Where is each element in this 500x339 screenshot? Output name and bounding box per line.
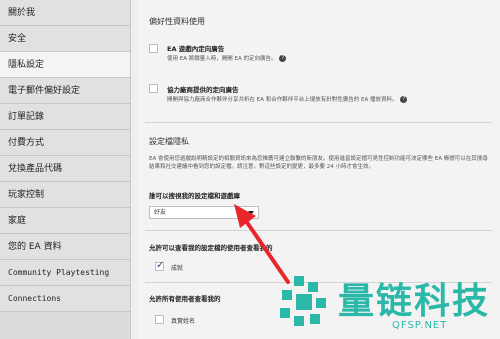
third-party-ads-desc: 開開與協力廠商合作夥伴分享共析在 EA 和合作夥伴平台上搜放有針對性廣告的 EA… (167, 95, 408, 103)
ea-ingame-ads-title: EA 遊戲內定向廣告 (167, 45, 225, 53)
section-divider (145, 122, 492, 123)
ea-ingame-ads-desc: 使用 EA 將鎖量入時，開開 EA 的定向廣告。? (167, 54, 287, 62)
sidebar-item-redeem-code[interactable]: 兌換產品代碼 (0, 156, 130, 182)
preferences-section-title: 偏好性資料使用 (149, 17, 205, 26)
help-icon[interactable]: ? (279, 55, 287, 62)
watermark-logo-icon (280, 276, 326, 326)
third-party-ads-title: 協力廠商提供的定向廣告 (167, 86, 239, 94)
sidebar-item-player-controls[interactable]: 玩家控制 (0, 182, 130, 208)
profile-visibility-value: 好友 (154, 209, 167, 216)
watermark-text: 量链科技 (338, 281, 491, 322)
watermark-subtext: QFSP.NET (392, 320, 448, 331)
achievements-checkbox[interactable] (155, 260, 164, 271)
sidebar-item-email-preferences[interactable]: 電子郵件偏好設定 (0, 78, 130, 104)
allow-all-users-label: 允許所有使用者查看我的 (149, 295, 221, 303)
ea-ingame-ads-desc-text: 使用 EA 將鎖量入時，開開 EA 的定向廣告。 (167, 56, 277, 62)
account-sidebar: 關於我 安全 隱私設定 電子郵件偏好設定 訂單記錄 付費方式 兌換產品代碼 玩家… (0, 0, 131, 339)
sidebar-item-your-ea-data[interactable]: 您的 EA 資料 (0, 234, 130, 260)
sidebar-item-family[interactable]: 家庭 (0, 208, 130, 234)
sidebar-item-payment-methods[interactable]: 付費方式 (0, 130, 130, 156)
section-divider (145, 230, 492, 231)
third-party-ads-desc-text: 開開與協力廠商合作夥伴分享共析在 EA 和合作夥伴平台上搜放有針對性廣告的 EA… (167, 97, 398, 103)
sidebar-item-community-playtesting[interactable]: Community Playtesting (0, 260, 130, 286)
real-name-label: 真實姓名 (171, 318, 196, 325)
third-party-ads-checkbox[interactable] (149, 84, 158, 93)
profile-visibility-label: 誰可以搜視我的設定檔和遊戲庫 (149, 192, 240, 200)
sidebar-item-privacy-settings[interactable]: 隱私設定 (0, 52, 130, 78)
real-name-checkbox[interactable] (155, 315, 164, 324)
sidebar-item-about-me[interactable]: 關於我 (0, 0, 130, 26)
sidebar-item-security[interactable]: 安全 (0, 26, 130, 52)
help-icon[interactable]: ? (400, 96, 408, 103)
profile-privacy-title: 設定檔隱私 (149, 137, 189, 146)
achievements-label: 成就 (171, 265, 184, 272)
watermark: 量链科技 QFSP.NET (268, 268, 500, 339)
profile-privacy-description: EA 會使用您遊戲說明精設定的相關資訊來為您推薦可建立聯繫的新朋友。使用進皆設定… (149, 156, 488, 170)
sidebar-item-connections[interactable]: Connections (0, 286, 130, 312)
ea-ingame-ads-checkbox[interactable] (149, 44, 158, 53)
sidebar-item-order-history[interactable]: 訂單記錄 (0, 104, 130, 130)
